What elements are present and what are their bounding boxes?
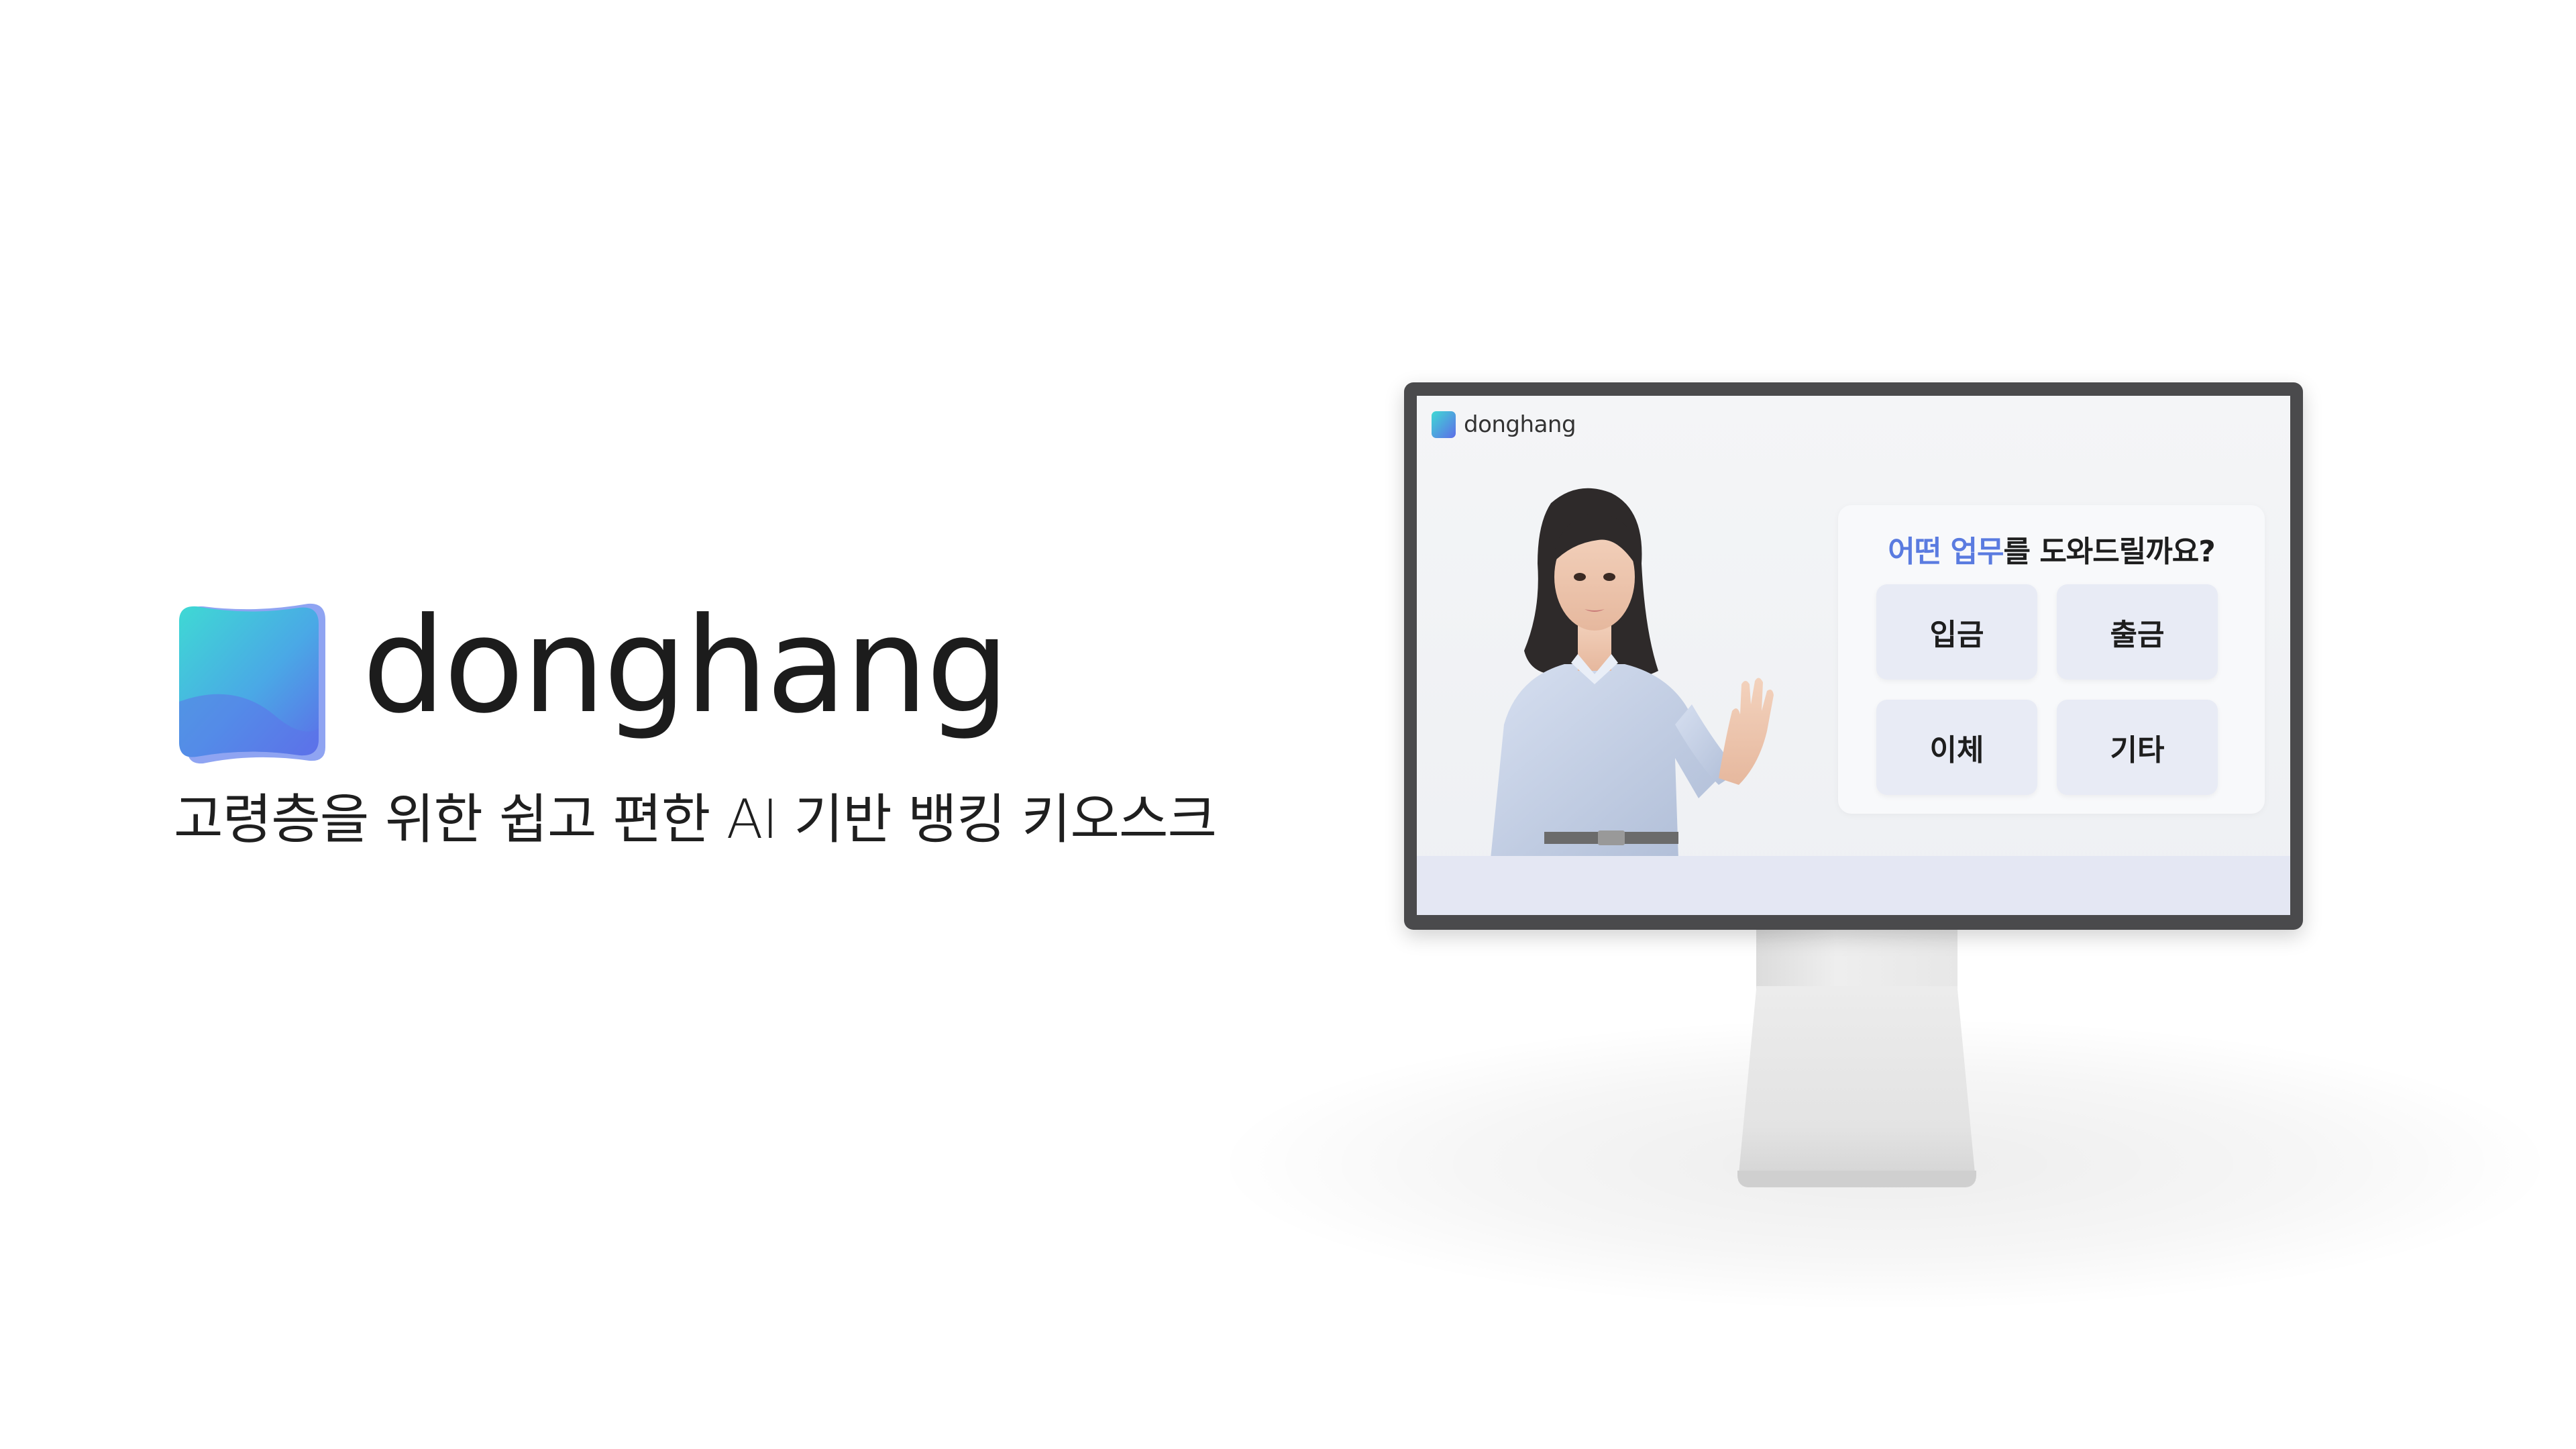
screen-logo-icon — [1432, 411, 1456, 438]
tagline: 고령층을 위한 쉽고 편한 AI 기반 뱅킹 키오스크 — [174, 788, 1217, 851]
question-highlight: 어떤 업무 — [1888, 535, 2004, 569]
kiosk-screen: donghang 어떤 업무를 도와드릴까요? 입금 출금 이체 기타 — [1417, 396, 2290, 915]
withdraw-button[interactable]: 출금 — [2057, 584, 2218, 680]
service-select-panel: 어떤 업무를 도와드릴까요? 입금 출금 이체 기타 — [1838, 505, 2265, 814]
question-rest: 를 도와드릴까요? — [2003, 535, 2216, 569]
service-question: 어떤 업무를 도와드릴까요? — [1838, 527, 2265, 570]
kiosk-stand-base — [1737, 986, 1976, 1187]
donghang-logo-icon — [179, 603, 325, 764]
deposit-button[interactable]: 입금 — [1876, 584, 2037, 680]
transfer-button[interactable]: 이체 — [1876, 700, 2037, 795]
screen-brand-name: donghang — [1464, 411, 1576, 438]
screen-bottom-bar — [1417, 856, 2290, 915]
brand-name: donghang — [362, 590, 1010, 743]
assistant-avatar — [1491, 488, 1774, 859]
other-button[interactable]: 기타 — [2057, 700, 2218, 795]
kiosk-stand-foot — [1737, 1171, 1976, 1187]
